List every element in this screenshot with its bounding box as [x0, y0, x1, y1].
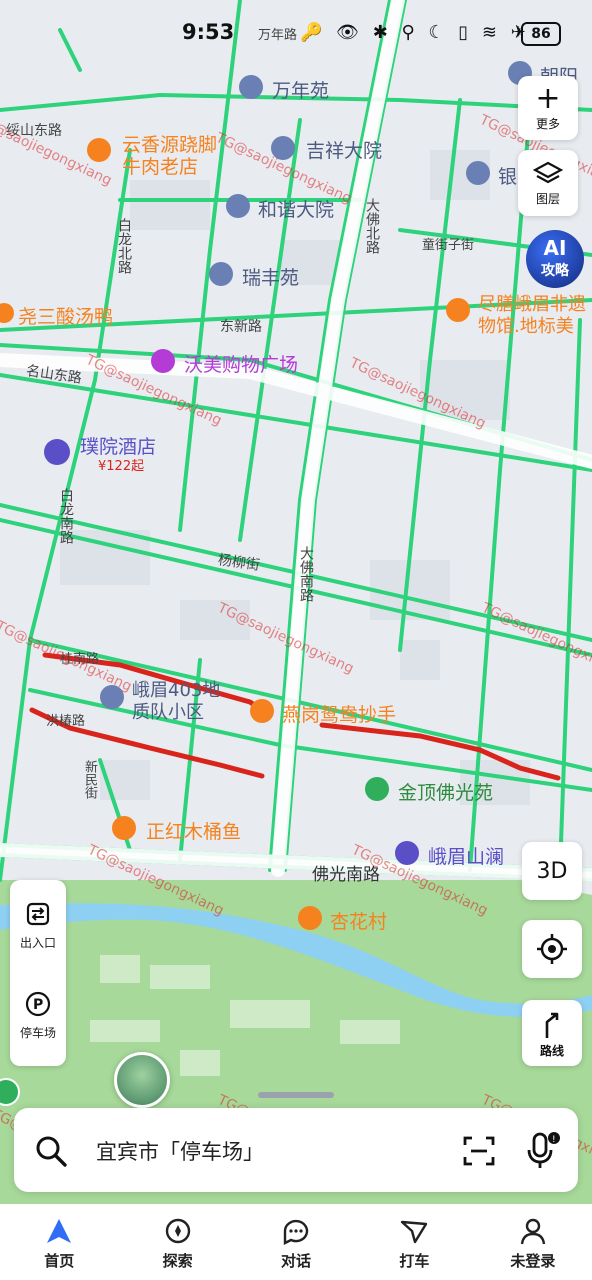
locate-icon [537, 934, 567, 964]
food-label[interactable]: 正红木桶鱼 [146, 817, 241, 844]
watermark: TG@saojiegongxiang [85, 842, 227, 920]
tab-label: 打车 [399, 1252, 430, 1270]
map-labels: 万年路 万年苑 朝阳小 绥山东路 云香源跷脚 牛肉老店 吉祥大院 银 和谐大院 … [0, 0, 592, 1280]
food-label[interactable]: 尧三酸汤鸭 [18, 302, 113, 329]
parking-button[interactable]: P 停车场 [10, 970, 66, 1060]
road-label: 童街子街 [422, 238, 475, 253]
food-label[interactable]: 杏花村 [330, 907, 387, 934]
ai-guide-button[interactable]: AI 攻略 [526, 230, 584, 288]
ai-label: AI [543, 236, 567, 260]
tab-profile[interactable]: 未登录 [474, 1204, 592, 1280]
road-label: 洪椿路 [46, 714, 86, 729]
3d-label: 3D [536, 858, 568, 884]
poi-label[interactable]: 吉祥大院 [306, 136, 382, 163]
exits-label: 出入口 [19, 935, 56, 950]
road-label-vertical: 白龙北路 [116, 218, 132, 274]
road-label-vertical: 白龙南路 [58, 488, 74, 544]
3d-button[interactable]: 3D [522, 842, 582, 900]
poi-label[interactable]: 万年苑 [272, 76, 329, 103]
tab-label: 首页 [44, 1252, 75, 1270]
microphone-icon[interactable]: ! [522, 1130, 562, 1170]
poi-label[interactable]: 质队小区 [132, 698, 204, 724]
road-label: 杨柳街 [216, 552, 261, 574]
road-label: 名山东路 [25, 363, 83, 387]
tab-chat[interactable]: 对话 [237, 1204, 355, 1280]
poi-label[interactable]: 和谐大院 [258, 195, 334, 222]
status-icons: 🔑 👁 ✱ ⚲ ☾ ▯ ≋ ✈ [300, 22, 530, 43]
layers-label: 图层 [535, 191, 560, 206]
route-icon [545, 1012, 559, 1038]
tab-label: 探索 [162, 1252, 193, 1270]
hotel-label[interactable]: 峨眉山澜 [428, 842, 504, 869]
layers-icon [533, 161, 563, 183]
zoom-in-button[interactable]: + 更多 [518, 76, 578, 140]
tab-label: 对话 [281, 1252, 312, 1270]
food-label[interactable]: 燕岗鸳鸯抄手 [282, 700, 396, 727]
route-button[interactable]: 路线 [522, 1000, 582, 1066]
search-bar[interactable]: 宜宾市「停车场」 ! [14, 1108, 578, 1192]
poi-label[interactable]: 瑞丰苑 [242, 263, 299, 290]
tab-home[interactable]: 首页 [0, 1204, 118, 1280]
scan-icon[interactable] [462, 1134, 496, 1168]
road-label-vertical: 大佛北路 [364, 198, 380, 254]
watermark: TG@saojiegongxiang [347, 355, 489, 433]
road-label: 东新路 [220, 319, 262, 335]
shop-label[interactable]: 沃美购物广场 [184, 350, 298, 377]
explore-icon [165, 1218, 190, 1244]
more-label: 更多 [535, 116, 560, 131]
status-time: 9:53 [182, 20, 235, 44]
layers-button[interactable]: 图层 [518, 150, 578, 216]
parking-icon: P [25, 991, 51, 1016]
svg-text:!: ! [552, 1135, 556, 1145]
road-label-vertical: 新民街 [82, 760, 97, 799]
plus-icon: + [535, 80, 561, 116]
food-label[interactable]: 牛肉老店 [122, 152, 198, 179]
park-label[interactable]: 金顶佛光苑 [398, 778, 493, 805]
poi-label[interactable]: 银 [498, 162, 517, 189]
price-label: ¥122起 [98, 459, 145, 474]
left-control-panel: 出入口 P 停车场 [10, 880, 66, 1066]
search-icon [36, 1136, 67, 1167]
street-view-thumbnail[interactable] [114, 1052, 170, 1108]
chat-icon [283, 1219, 309, 1245]
tab-explore[interactable]: 探索 [118, 1204, 236, 1280]
user-icon [520, 1218, 546, 1245]
tab-label: 未登录 [510, 1252, 556, 1270]
parking-label: 停车场 [19, 1025, 56, 1040]
locate-button[interactable] [522, 920, 582, 978]
watermark: TG@saojiegongxiang [0, 618, 135, 696]
battery-indicator: 86 [521, 22, 561, 46]
exits-button[interactable]: 出入口 [10, 880, 66, 970]
watermark: TG@saojiegongxiang [215, 600, 357, 678]
exit-icon [26, 902, 50, 925]
home-icon [47, 1219, 72, 1243]
drag-handle[interactable] [258, 1092, 334, 1098]
ai-sub-label: 攻略 [541, 263, 569, 279]
bottom-navigation: 首页 探索 对话 打车 未登录 [0, 1204, 592, 1280]
search-text[interactable]: 宜宾市「停车场」 [96, 1136, 264, 1166]
taxi-icon [401, 1220, 428, 1244]
food-label[interactable]: 物馆.地标美 [478, 312, 574, 338]
status-bar: 9:53 🔑 👁 ✱ ⚲ ☾ ▯ ≋ ✈ 86 [0, 0, 592, 64]
tab-taxi[interactable]: 打车 [355, 1204, 473, 1280]
svg-text:P: P [33, 997, 43, 1013]
route-label: 路线 [539, 1043, 564, 1058]
watermark: TG@saojiegongxiang [479, 600, 592, 678]
road-label-vertical: 大佛南路 [298, 546, 314, 602]
